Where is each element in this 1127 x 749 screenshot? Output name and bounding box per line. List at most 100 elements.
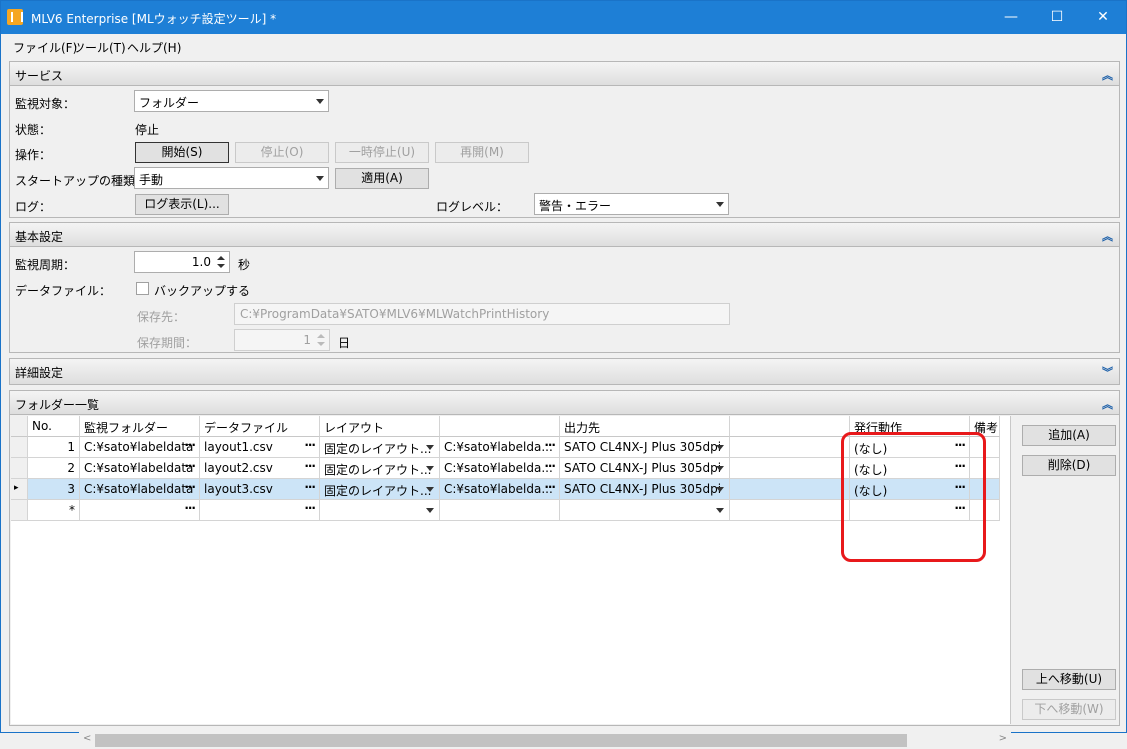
collapse-icon[interactable]: ︽	[1102, 396, 1113, 412]
spin-down-icon[interactable]	[217, 264, 225, 268]
chevron-down-icon[interactable]	[716, 466, 724, 471]
cell-no[interactable]: 3	[28, 479, 80, 500]
cell-no[interactable]: 1	[28, 437, 80, 458]
menu-tools[interactable]: ツール(T)	[73, 39, 126, 56]
cell-folder[interactable]: C:¥sato¥labeldata ···	[80, 458, 200, 479]
ellipsis-icon[interactable]: ···	[544, 459, 556, 473]
cell-blank[interactable]	[730, 458, 850, 479]
scroll-right-icon[interactable]: >	[999, 733, 1007, 744]
cell-folder[interactable]: C:¥sato¥labeldata ···	[80, 479, 200, 500]
move-down-button[interactable]: 下へ移動(W)	[1022, 699, 1116, 720]
spin-up-icon[interactable]	[317, 334, 325, 338]
chevron-down-icon[interactable]	[716, 487, 724, 492]
menu-help[interactable]: ヘルプ(H)	[127, 39, 181, 56]
ellipsis-icon[interactable]: ···	[184, 438, 196, 452]
scrollbar-thumb[interactable]	[95, 734, 907, 747]
add-button[interactable]: 追加(A)	[1022, 425, 1116, 446]
stop-button[interactable]: 停止(O)	[235, 142, 329, 163]
retention-value: 1	[303, 333, 311, 347]
chevron-down-icon[interactable]	[716, 445, 724, 450]
title-bar: MLV6 Enterprise [MLウォッチ設定ツール] * — ☐ ✕	[1, 1, 1126, 34]
spin-down-icon[interactable]	[317, 342, 325, 346]
interval-stepper[interactable]: 1.0	[134, 251, 230, 273]
ellipsis-icon[interactable]: ···	[304, 480, 316, 494]
cell-blank[interactable]	[730, 479, 850, 500]
scroll-left-icon[interactable]: <	[83, 733, 91, 744]
start-button[interactable]: 開始(S)	[135, 142, 229, 163]
cell-datafile[interactable]: layout3.csv ···	[200, 479, 320, 500]
resume-button[interactable]: 再開(M)	[435, 142, 529, 163]
chevron-down-icon[interactable]	[426, 445, 434, 450]
cell-datafile[interactable]: layout1.csv ···	[200, 437, 320, 458]
detail-settings-header[interactable]: 詳細設定 ︾	[10, 359, 1119, 384]
cell-folder[interactable]: C:¥sato¥labeldata ···	[80, 437, 200, 458]
startup-type-select[interactable]: 手動	[134, 167, 329, 189]
chevron-down-icon[interactable]	[426, 508, 434, 513]
collapse-icon[interactable]: ︽	[1102, 67, 1113, 83]
column-header-datafile[interactable]: データファイル	[200, 416, 320, 437]
column-header-no[interactable]: No.	[28, 416, 80, 437]
basic-settings-header[interactable]: 基本設定 ︽	[10, 223, 1119, 247]
column-header-layout-path[interactable]	[440, 416, 560, 437]
cell-datafile[interactable]: layout2.csv ···	[200, 458, 320, 479]
ellipsis-icon[interactable]: ···	[304, 501, 316, 515]
menu-file[interactable]: ファイル(F)	[13, 39, 77, 56]
cell-output[interactable]: SATO CL4NX-J Plus 305dpi	[560, 437, 730, 458]
ellipsis-icon[interactable]: ···	[184, 459, 196, 473]
expand-icon[interactable]: ︾	[1102, 364, 1113, 380]
cell-layout[interactable]: 固定のレイアウト...	[320, 458, 440, 479]
collapse-icon[interactable]: ︽	[1102, 228, 1113, 244]
cell-output[interactable]	[560, 500, 730, 521]
horizontal-scrollbar[interactable]: < >	[79, 732, 1011, 749]
retention-stepper[interactable]: 1	[234, 329, 330, 351]
monitor-target-select[interactable]: フォルダー	[134, 90, 329, 112]
cell-no[interactable]: 2	[28, 458, 80, 479]
chevron-down-icon[interactable]	[716, 508, 724, 513]
cell-datafile[interactable]: ···	[200, 500, 320, 521]
minimize-button[interactable]: —	[988, 1, 1034, 34]
backup-checkbox[interactable]	[136, 282, 149, 295]
move-up-button[interactable]: 上へ移動(U)	[1022, 669, 1116, 690]
row-header[interactable]	[11, 458, 28, 479]
row-header[interactable]	[11, 437, 28, 458]
cell-layout[interactable]	[320, 500, 440, 521]
row-header[interactable]: ▸	[11, 479, 28, 500]
cell-layout-path[interactable]: C:¥sato¥labelda... ···	[440, 458, 560, 479]
maximize-button[interactable]: ☐	[1034, 1, 1080, 34]
cell-layout-path[interactable]	[440, 500, 560, 521]
ellipsis-icon[interactable]: ···	[304, 459, 316, 473]
cell-blank[interactable]	[730, 437, 850, 458]
apply-button[interactable]: 適用(A)	[335, 168, 429, 189]
ellipsis-icon[interactable]: ···	[184, 501, 196, 515]
column-header-output[interactable]: 出力先	[560, 416, 730, 437]
delete-button[interactable]: 削除(D)	[1022, 455, 1116, 476]
close-button[interactable]: ✕	[1080, 1, 1126, 34]
app-icon	[7, 9, 23, 25]
cell-layout-path[interactable]: C:¥sato¥labelda... ···	[440, 437, 560, 458]
column-header-blank[interactable]	[730, 416, 850, 437]
ellipsis-icon[interactable]: ···	[544, 480, 556, 494]
chevron-down-icon[interactable]	[426, 466, 434, 471]
cell-output[interactable]: SATO CL4NX-J Plus 305dpi	[560, 479, 730, 500]
save-to-field[interactable]: C:¥ProgramData¥SATO¥MLV6¥MLWatchPrintHis…	[234, 303, 730, 325]
pause-button[interactable]: 一時停止(U)	[335, 142, 429, 163]
chevron-down-icon[interactable]	[426, 487, 434, 492]
service-header[interactable]: サービス ︽	[10, 62, 1119, 86]
cell-blank[interactable]	[730, 500, 850, 521]
spin-up-icon[interactable]	[217, 256, 225, 260]
cell-layout[interactable]: 固定のレイアウト...	[320, 479, 440, 500]
cell-output[interactable]: SATO CL4NX-J Plus 305dpi	[560, 458, 730, 479]
column-header-layout[interactable]: レイアウト	[320, 416, 440, 437]
ellipsis-icon[interactable]: ···	[184, 480, 196, 494]
log-level-select[interactable]: 警告・エラー	[534, 193, 729, 215]
show-log-button[interactable]: ログ表示(L)...	[135, 194, 229, 215]
cell-layout-path[interactable]: C:¥sato¥labelda... ···	[440, 479, 560, 500]
folder-list-header[interactable]: フォルダー一覧 ︽	[10, 391, 1119, 415]
cell-layout[interactable]: 固定のレイアウト...	[320, 437, 440, 458]
ellipsis-icon[interactable]: ···	[304, 438, 316, 452]
cell-folder[interactable]: ···	[80, 500, 200, 521]
row-header[interactable]	[11, 500, 28, 521]
ellipsis-icon[interactable]: ···	[544, 438, 556, 452]
column-header-folder[interactable]: 監視フォルダー	[80, 416, 200, 437]
cell-no[interactable]: *	[28, 500, 80, 521]
